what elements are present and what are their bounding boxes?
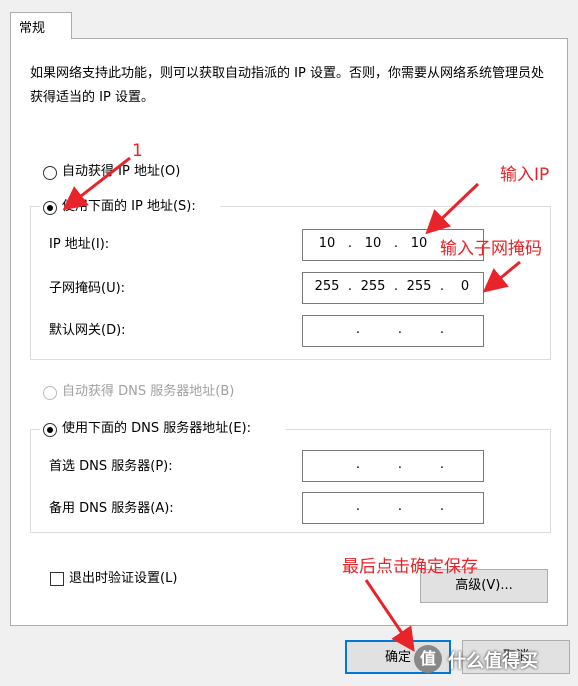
arrow-to-subnet-mask (482, 260, 521, 293)
watermark-badge: 值 (414, 645, 442, 673)
tab-general[interactable]: 常规 (10, 12, 72, 39)
arrow-to-ok-button (364, 579, 415, 652)
tab-general-label: 常规 (19, 21, 46, 36)
watermark-text: 什么值得买 (448, 651, 538, 672)
arrow-to-ip-address (425, 182, 480, 235)
arrow-to-manual-ip (62, 156, 131, 211)
annotation-arrows (62, 156, 521, 652)
